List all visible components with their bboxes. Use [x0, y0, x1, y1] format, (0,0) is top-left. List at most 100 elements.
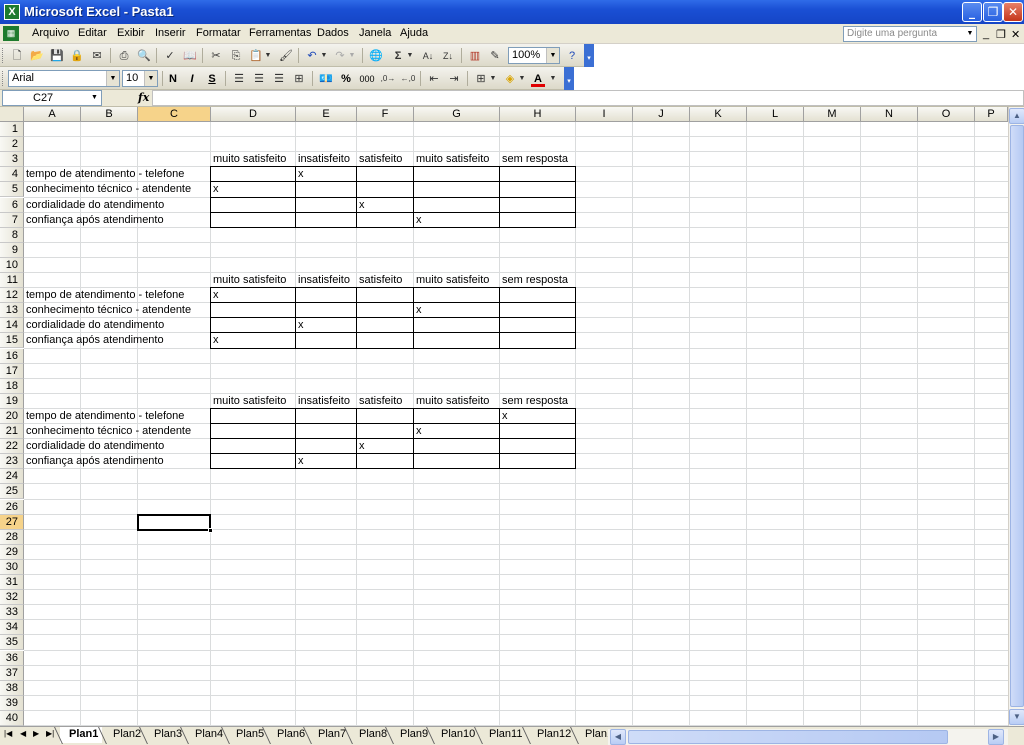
permission-icon[interactable]: 🔒: [69, 48, 85, 64]
print-preview-icon[interactable]: 🔍: [136, 48, 152, 64]
percent-button[interactable]: %: [339, 71, 353, 87]
help-icon[interactable]: ?: [564, 48, 580, 64]
chevron-down-icon[interactable]: ▼: [964, 27, 976, 41]
row-header-33[interactable]: 33: [0, 605, 24, 620]
row-header-37[interactable]: 37: [0, 666, 24, 681]
column-header-b[interactable]: B: [81, 107, 138, 122]
row-header-18[interactable]: 18: [0, 379, 24, 394]
row-header-9[interactable]: 9: [0, 243, 24, 258]
help-search-input[interactable]: Digite uma pergunta ▼: [843, 26, 977, 42]
column-header-c[interactable]: C: [138, 107, 211, 122]
row-header-21[interactable]: 21: [0, 424, 24, 439]
survey-item-label[interactable]: conhecimento técnico - atendente: [24, 424, 191, 439]
row-header-5[interactable]: 5: [0, 182, 24, 197]
menu-arquivo[interactable]: Arquivo: [32, 27, 69, 39]
prev-sheet-icon[interactable]: ◀: [20, 729, 26, 738]
doc-close-button[interactable]: ✕: [1011, 28, 1020, 41]
menu-exibir[interactable]: Exibir: [117, 27, 145, 39]
column-header-e[interactable]: E: [296, 107, 357, 122]
undo-icon[interactable]: ↶: [304, 48, 320, 64]
row-header-24[interactable]: 24: [0, 469, 24, 484]
sheet-tab-plan12[interactable]: Plan12: [528, 727, 575, 743]
doc-minimize-button[interactable]: _: [983, 28, 989, 40]
survey-header-cell[interactable]: sem resposta: [500, 394, 568, 409]
sheet-tab-plan7[interactable]: Plan7: [309, 727, 350, 743]
insert-function-icon[interactable]: fx: [138, 91, 149, 104]
row-header-40[interactable]: 40: [0, 711, 24, 726]
survey-mark-cell[interactable]: x: [500, 409, 508, 424]
redo-icon[interactable]: ↷: [332, 48, 348, 64]
redo-dropdown-icon[interactable]: ▼: [348, 48, 356, 64]
fill-color-icon[interactable]: ◈: [502, 71, 518, 87]
copy-icon[interactable]: ⎘: [228, 48, 244, 64]
row-header-27[interactable]: 27: [0, 515, 24, 530]
row-header-32[interactable]: 32: [0, 590, 24, 605]
survey-item-label[interactable]: confiança após atendimento: [24, 213, 164, 228]
column-header-h[interactable]: H: [500, 107, 576, 122]
format-painter-icon[interactable]: 🖌: [278, 48, 294, 64]
increase-decimal-icon[interactable]: ,0→: [380, 71, 396, 87]
column-header-j[interactable]: J: [633, 107, 690, 122]
survey-header-cell[interactable]: sem resposta: [500, 273, 568, 288]
survey-item-label[interactable]: cordialidade do atendimento: [24, 318, 164, 333]
survey-header-cell[interactable]: satisfeito: [357, 152, 402, 167]
hyperlink-icon[interactable]: 🌐: [368, 48, 384, 64]
autosum-icon[interactable]: Σ: [390, 48, 406, 64]
sheet-tab-plan4[interactable]: Plan4: [186, 727, 227, 743]
zoom-select[interactable]: 100% ▼: [508, 47, 560, 64]
survey-header-cell[interactable]: insatisfeito: [296, 394, 350, 409]
survey-mark-cell[interactable]: x: [296, 454, 304, 469]
row-header-36[interactable]: 36: [0, 651, 24, 666]
first-sheet-icon[interactable]: |◀: [4, 729, 12, 738]
row-header-1[interactable]: 1: [0, 122, 24, 137]
survey-header-cell[interactable]: insatisfeito: [296, 273, 350, 288]
autosum-dropdown-icon[interactable]: ▼: [406, 48, 414, 64]
sheet-tab-plan8[interactable]: Plan8: [350, 727, 391, 743]
row-header-22[interactable]: 22: [0, 439, 24, 454]
horizontal-scrollbar[interactable]: ◀ ▶: [608, 729, 1008, 745]
sort-ascending-icon[interactable]: A↓: [420, 48, 436, 64]
column-header-p[interactable]: P: [975, 107, 1008, 122]
survey-item-label[interactable]: cordialidade do atendimento: [24, 439, 164, 454]
row-header-14[interactable]: 14: [0, 318, 24, 333]
row-header-12[interactable]: 12: [0, 288, 24, 303]
font-size-select[interactable]: 10 ▼: [122, 70, 158, 87]
sheet-tab-plan1[interactable]: Plan1: [60, 727, 103, 743]
survey-item-label[interactable]: confiança após atendimento: [24, 454, 164, 469]
row-header-2[interactable]: 2: [0, 137, 24, 152]
menu-dados[interactable]: Dados: [317, 27, 349, 39]
survey-item-label[interactable]: tempo de atendimento - telefone: [24, 288, 184, 303]
spelling-icon[interactable]: ✓: [162, 48, 178, 64]
row-header-34[interactable]: 34: [0, 620, 24, 635]
toolbar-options-icon[interactable]: ▾: [584, 44, 594, 67]
chevron-down-icon[interactable]: ▼: [88, 91, 101, 105]
minimize-button[interactable]: _: [962, 2, 982, 22]
survey-item-label[interactable]: tempo de atendimento - telefone: [24, 409, 184, 424]
survey-item-label[interactable]: conhecimento técnico - atendente: [24, 303, 191, 318]
column-header-g[interactable]: G: [414, 107, 500, 122]
decrease-indent-icon[interactable]: ⇤: [426, 71, 442, 87]
row-header-20[interactable]: 20: [0, 409, 24, 424]
survey-mark-cell[interactable]: x: [211, 333, 219, 348]
column-header-d[interactable]: D: [211, 107, 296, 122]
fill-color-dropdown-icon[interactable]: ▼: [518, 71, 526, 87]
menu-janela[interactable]: Janela: [359, 27, 391, 39]
survey-header-cell[interactable]: muito satisfeito: [414, 394, 489, 409]
row-header-3[interactable]: 3: [0, 152, 24, 167]
spreadsheet-grid[interactable]: A B C D E F G H I J K L M N O P 1 2 3 4 5 6 7 8 9 10 11 12 13 14 15 16 1…: [0, 107, 1008, 726]
row-header-8[interactable]: 8: [0, 228, 24, 243]
scroll-right-icon[interactable]: ▶: [988, 729, 1004, 745]
row-header-10[interactable]: 10: [0, 258, 24, 273]
row-header-13[interactable]: 13: [0, 303, 24, 318]
survey-item-label[interactable]: confiança após atendimento: [24, 333, 164, 348]
vertical-scrollbar[interactable]: ▲ ▼: [1008, 107, 1024, 726]
column-header-f[interactable]: F: [357, 107, 414, 122]
bold-button[interactable]: N: [166, 71, 180, 87]
font-color-dropdown-icon[interactable]: ▼: [549, 71, 557, 87]
row-header-6[interactable]: 6: [0, 198, 24, 213]
paste-dropdown-icon[interactable]: ▼: [264, 48, 272, 64]
cut-icon[interactable]: ✂: [208, 48, 224, 64]
research-icon[interactable]: 📖: [182, 48, 198, 64]
menu-formatar[interactable]: Formatar: [196, 27, 241, 39]
column-header-o[interactable]: O: [918, 107, 975, 122]
